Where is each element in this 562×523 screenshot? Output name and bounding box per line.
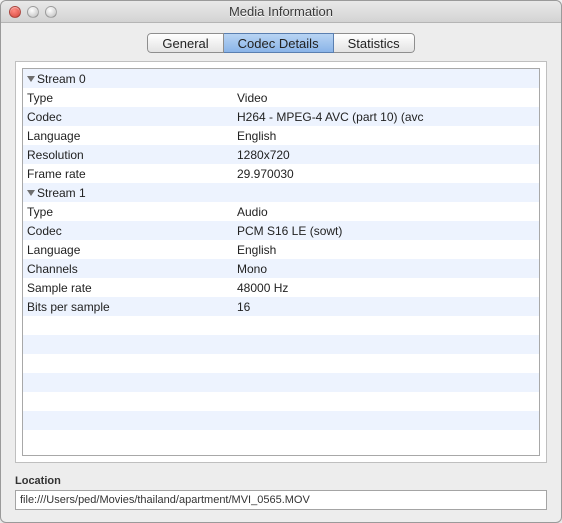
property-value: Audio (233, 202, 539, 221)
stream-header: Stream 1 (23, 183, 233, 202)
property-value: 29.970030 (233, 164, 539, 183)
disclosure-triangle-icon[interactable] (27, 76, 35, 82)
stream-header-row[interactable]: Stream 0 (23, 69, 539, 88)
property-value: English (233, 240, 539, 259)
titlebar: Media Information (1, 1, 561, 23)
property-row[interactable]: Frame rate29.970030 (23, 164, 539, 183)
property-key: Codec (23, 107, 233, 126)
location-input[interactable] (15, 490, 547, 510)
tab-general[interactable]: General (147, 33, 223, 53)
property-key: Language (23, 126, 233, 145)
close-icon[interactable] (9, 6, 21, 18)
property-value: 48000 Hz (233, 278, 539, 297)
stream-table: Stream 0TypeVideoCodecH264 - MPEG-4 AVC … (23, 69, 539, 449)
property-value: Mono (233, 259, 539, 278)
property-row[interactable]: LanguageEnglish (23, 126, 539, 145)
property-key: Language (23, 240, 233, 259)
zoom-icon[interactable] (45, 6, 57, 18)
property-value: Video (233, 88, 539, 107)
minimize-icon[interactable] (27, 6, 39, 18)
stream-header-label: Stream 1 (37, 186, 86, 200)
property-row[interactable]: TypeAudio (23, 202, 539, 221)
property-key: Type (23, 202, 233, 221)
property-key: Resolution (23, 145, 233, 164)
property-value: English (233, 126, 539, 145)
location-section: Location (1, 473, 561, 522)
property-key: Frame rate (23, 164, 233, 183)
property-value: 16 (233, 297, 539, 316)
property-row[interactable]: Bits per sample16 (23, 297, 539, 316)
property-key: Sample rate (23, 278, 233, 297)
stream-tree[interactable]: Stream 0TypeVideoCodecH264 - MPEG-4 AVC … (22, 68, 540, 456)
property-row[interactable]: CodecPCM S16 LE (sowt) (23, 221, 539, 240)
empty-row (23, 373, 539, 392)
window-title: Media Information (1, 4, 561, 19)
tab-segmented-control: General Codec Details Statistics (147, 33, 414, 53)
property-row[interactable]: Sample rate48000 Hz (23, 278, 539, 297)
empty-row (23, 392, 539, 411)
tab-statistics[interactable]: Statistics (334, 33, 415, 53)
property-key: Bits per sample (23, 297, 233, 316)
stream-header-row[interactable]: Stream 1 (23, 183, 539, 202)
property-row[interactable]: Resolution1280x720 (23, 145, 539, 164)
empty-row (23, 354, 539, 373)
property-value: 1280x720 (233, 145, 539, 164)
property-key: Type (23, 88, 233, 107)
media-info-window: Media Information General Codec Details … (0, 0, 562, 523)
stream-header-label: Stream 0 (37, 72, 86, 86)
property-key: Channels (23, 259, 233, 278)
window-controls (1, 6, 57, 18)
property-value: H264 - MPEG-4 AVC (part 10) (avc (233, 107, 539, 126)
empty-row (23, 335, 539, 354)
tab-bar: General Codec Details Statistics (1, 23, 561, 61)
property-row[interactable]: CodecH264 - MPEG-4 AVC (part 10) (avc (23, 107, 539, 126)
property-row[interactable]: LanguageEnglish (23, 240, 539, 259)
empty-row (23, 411, 539, 430)
empty-row (23, 430, 539, 449)
property-row[interactable]: ChannelsMono (23, 259, 539, 278)
property-key: Codec (23, 221, 233, 240)
disclosure-triangle-icon[interactable] (27, 190, 35, 196)
tab-codec-details[interactable]: Codec Details (224, 33, 334, 53)
stream-header: Stream 0 (23, 69, 233, 88)
empty-row (23, 316, 539, 335)
codec-details-panel: Stream 0TypeVideoCodecH264 - MPEG-4 AVC … (15, 61, 547, 463)
property-row[interactable]: TypeVideo (23, 88, 539, 107)
location-label: Location (15, 475, 547, 487)
property-value: PCM S16 LE (sowt) (233, 221, 539, 240)
